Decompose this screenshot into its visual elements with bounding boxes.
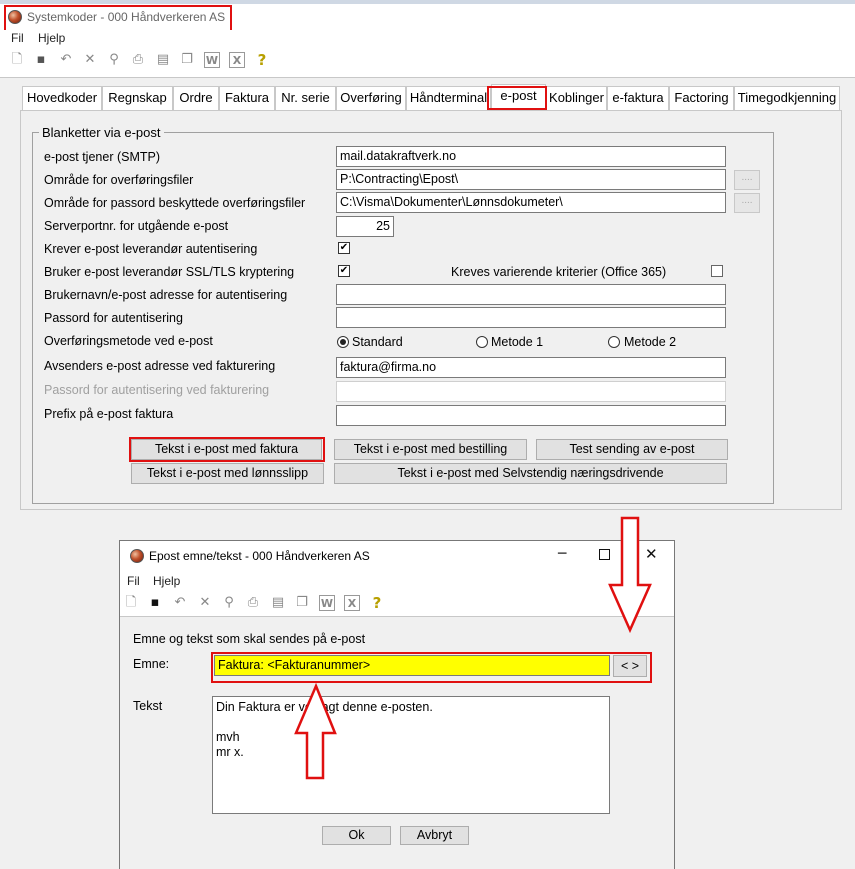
annotation-arrows <box>294 516 652 780</box>
down-arrow-annotation <box>608 516 652 634</box>
up-arrow-annotation <box>294 682 337 780</box>
